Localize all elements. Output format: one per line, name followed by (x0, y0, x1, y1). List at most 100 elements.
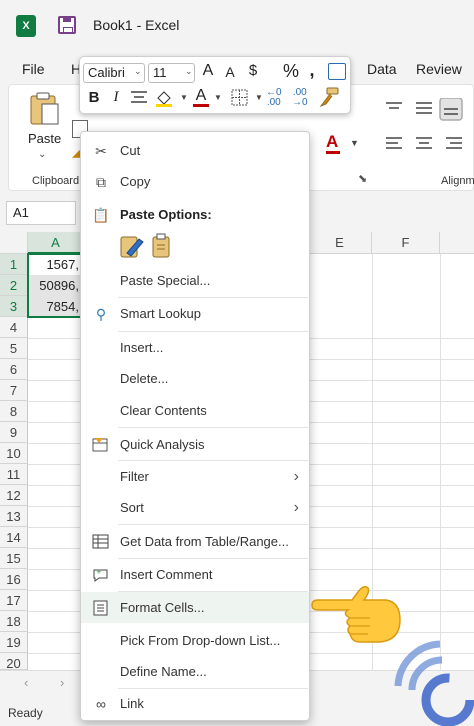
menu-item-quick-analysis[interactable]: Quick Analysis (81, 429, 309, 460)
row-header[interactable]: 14 (0, 527, 28, 548)
font-color-mini-icon[interactable]: A (193, 87, 209, 105)
menu-item-label: Sort (120, 500, 144, 515)
menu-item-label: Delete... (120, 371, 169, 386)
row-header[interactable]: 18 (0, 611, 28, 632)
group-clipboard: Clipboard (32, 175, 80, 187)
menu-item-paste-special[interactable]: Paste Special... (81, 265, 309, 296)
bold-button[interactable]: B (87, 89, 101, 106)
increase-decimal-icon[interactable]: ←0.00 (266, 88, 282, 108)
font-color-dropdown-icon[interactable]: ▼ (350, 138, 359, 148)
menu-item-define-name[interactable]: Define Name... (81, 656, 309, 687)
menu-item-label: Copy (120, 174, 151, 189)
currency-icon[interactable]: $ (246, 62, 260, 79)
excel-logo-icon: X (16, 15, 36, 37)
menu-item-sort[interactable]: Sort › (81, 492, 309, 523)
decrease-decimal-icon[interactable]: .00 →0 (292, 88, 308, 108)
status-text: Ready (8, 706, 43, 720)
menu-item-format-cells[interactable]: Format Cells... (81, 592, 309, 623)
row-header[interactable]: 16 (0, 569, 28, 590)
fill-color-icon[interactable] (154, 88, 174, 108)
row-header[interactable]: 9 (0, 422, 28, 443)
row-header[interactable]: 1 (0, 254, 28, 275)
menu-item-label: Format Cells... (120, 600, 205, 615)
increase-font-icon[interactable]: A (199, 62, 217, 80)
font-dropdown-icon[interactable]: ⌄ (134, 66, 142, 77)
column-header-f[interactable]: F (372, 232, 440, 254)
menu-separator (118, 524, 308, 525)
menu-item-link[interactable]: ∞ Link (81, 688, 309, 719)
search-icon: ⚲ (95, 306, 107, 322)
font-color-mini-bar (193, 104, 209, 107)
row-header[interactable]: 4 (0, 317, 28, 338)
borders-dropdown-icon[interactable]: ▼ (255, 93, 263, 102)
font-color-bar (326, 151, 340, 154)
paste-label[interactable]: Paste (28, 131, 61, 146)
paste-values-icon (120, 236, 144, 258)
column-header-a[interactable]: A (28, 232, 84, 254)
row-header[interactable]: 13 (0, 506, 28, 527)
save-icon[interactable] (58, 16, 76, 34)
menu-item-label: Filter (120, 469, 149, 484)
menu-item-smart-lookup[interactable]: ⚲ Smart Lookup (81, 298, 309, 329)
borders-icon[interactable] (231, 89, 249, 106)
column-header-g[interactable] (440, 232, 474, 254)
row-header[interactable]: 10 (0, 443, 28, 464)
comma-style-icon[interactable]: , (306, 60, 318, 81)
menu-item-label: Insert... (120, 340, 164, 355)
excel-window: X Book1 - Excel File H Data Review Paste… (0, 0, 474, 726)
select-all-corner[interactable] (0, 232, 28, 254)
row-header[interactable]: 2 (0, 275, 28, 296)
menu-item-insert-comment[interactable]: + Insert Comment (81, 559, 309, 590)
row-header[interactable]: 8 (0, 401, 28, 422)
fill-dropdown-icon[interactable]: ▼ (180, 93, 188, 102)
tab-data[interactable]: Data (367, 61, 397, 77)
align-center-icon[interactable] (130, 89, 148, 105)
paste-options-label: Paste Options: (120, 207, 212, 222)
row-header[interactable]: 7 (0, 380, 28, 401)
menu-item-copy[interactable]: ⧉ Copy (81, 166, 309, 197)
font-color-icon[interactable]: A (326, 132, 338, 152)
row-header[interactable]: 15 (0, 548, 28, 569)
menu-item-label: Smart Lookup (120, 306, 201, 321)
paste-options-buttons[interactable] (119, 233, 175, 259)
row-header[interactable]: 5 (0, 338, 28, 359)
name-box[interactable]: A1 (6, 201, 76, 225)
paste-icon (152, 233, 170, 258)
row-header[interactable]: 12 (0, 485, 28, 506)
menu-item-get-data[interactable]: Get Data from Table/Range... (81, 526, 309, 557)
menu-item-delete[interactable]: Delete... (81, 363, 309, 394)
row-header[interactable]: 19 (0, 632, 28, 653)
tab-file[interactable]: File (22, 61, 45, 77)
font-size-dropdown-icon[interactable]: ⌄ (185, 66, 193, 77)
italic-button[interactable]: I (110, 89, 122, 106)
scroll-left-icon[interactable]: ‹ (24, 675, 28, 690)
window-title: Book1 - Excel (93, 17, 180, 33)
format-cells-icon (92, 600, 110, 616)
column-header-e[interactable]: E (308, 232, 372, 254)
font-color-dropdown-mini-icon[interactable]: ▼ (214, 93, 222, 102)
menu-item-pick-dropdown[interactable]: Pick From Drop-down List... (81, 625, 309, 656)
dialog-launcher-icon[interactable]: ⬊ (358, 172, 367, 185)
row-header[interactable]: 20 (0, 653, 28, 671)
link-icon: ∞ (96, 696, 106, 712)
row-header[interactable]: 11 (0, 464, 28, 485)
paste-dropdown-icon[interactable]: ⌄ (38, 149, 46, 160)
paste-icon: 📋 (92, 207, 110, 223)
menu-item-clear-contents[interactable]: Clear Contents (81, 395, 309, 426)
alignment-icons[interactable] (384, 98, 474, 158)
menu-item-insert[interactable]: Insert... (81, 332, 309, 363)
scroll-right-icon[interactable]: › (60, 675, 64, 690)
paste-icon[interactable] (28, 92, 62, 126)
tab-review[interactable]: Review (416, 61, 462, 77)
format-painter-mini-icon[interactable] (318, 87, 340, 107)
row-header[interactable]: 17 (0, 590, 28, 611)
row-header[interactable]: 3 (0, 296, 28, 317)
menu-item-label: Define Name... (120, 664, 207, 679)
menu-item-cut[interactable]: ✂ Cut (81, 135, 309, 166)
menu-item-label: Pick From Drop-down List... (120, 633, 281, 648)
row-header[interactable]: 6 (0, 359, 28, 380)
wrap-text-icon[interactable] (328, 63, 346, 80)
menu-item-filter[interactable]: Filter › (81, 461, 309, 492)
decrease-font-icon[interactable]: A (222, 64, 238, 80)
percent-icon[interactable]: % (281, 61, 301, 82)
